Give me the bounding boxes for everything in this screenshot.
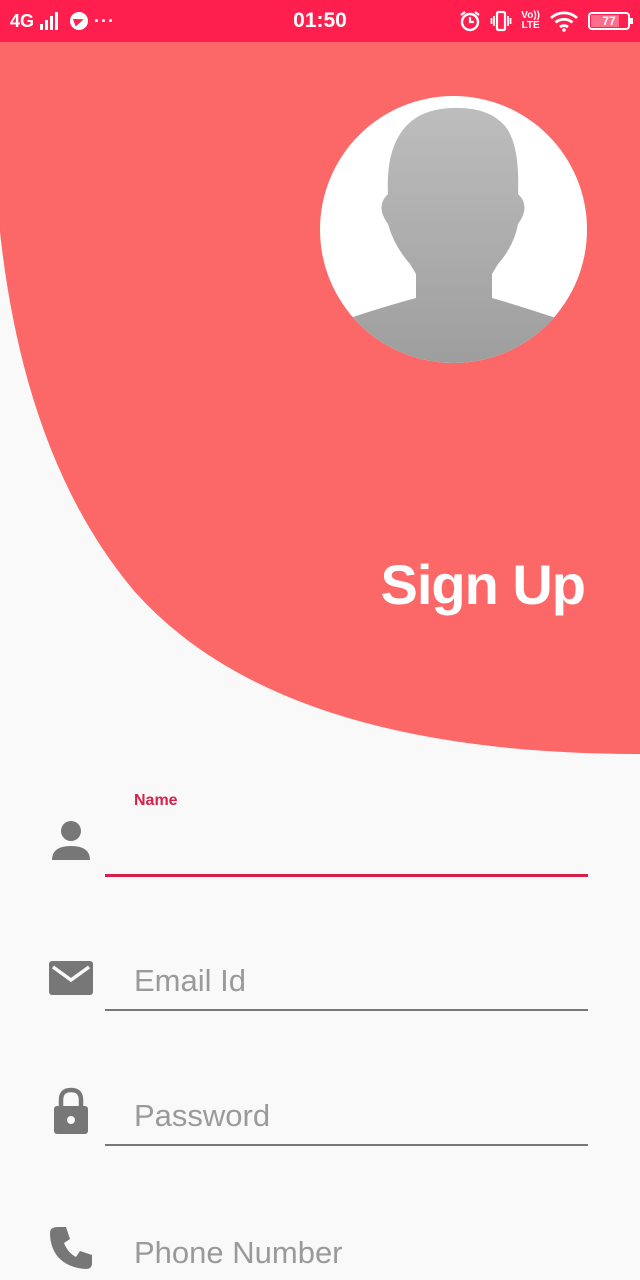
phone-icon (50, 1227, 92, 1269)
status-bar: 4G ··· 01:50 Vo)) LTE 77 (0, 0, 640, 42)
volte-indicator: Vo)) LTE (521, 11, 540, 31)
password-underline (105, 1144, 588, 1146)
lock-icon (54, 1087, 88, 1134)
name-underline (105, 874, 588, 877)
mail-icon (49, 961, 93, 995)
person-icon (52, 821, 90, 860)
password-field[interactable]: Password (105, 1080, 588, 1150)
name-label: Name (134, 792, 178, 809)
password-row: Password (0, 1080, 640, 1160)
battery-level: 77 (602, 14, 616, 28)
profile-avatar[interactable] (320, 96, 587, 363)
status-right: Vo)) LTE 77 (459, 0, 633, 42)
battery-icon: 77 (588, 12, 633, 30)
email-field[interactable]: Email Id (105, 945, 588, 1015)
person-silhouette-icon (337, 107, 570, 363)
alarm-icon (460, 11, 480, 32)
email-underline (105, 1009, 588, 1011)
name-field[interactable]: Name (105, 790, 588, 880)
password-placeholder: Password (134, 1098, 271, 1133)
signup-screen: 4G ··· 01:50 Vo)) LTE 77 Sign Up Name Em… (0, 0, 640, 1280)
phone-row: Phone Number (0, 1215, 640, 1280)
phone-placeholder: Phone Number (134, 1235, 343, 1270)
phone-field[interactable]: Phone Number (105, 1215, 588, 1280)
volte-bottom: LTE (521, 20, 540, 31)
email-placeholder: Email Id (134, 963, 246, 998)
page-title: Sign Up (380, 553, 586, 616)
wifi-icon (550, 11, 578, 32)
name-row: Name (0, 790, 640, 890)
email-row: Email Id (0, 945, 640, 1025)
vibrate-icon (490, 10, 512, 32)
